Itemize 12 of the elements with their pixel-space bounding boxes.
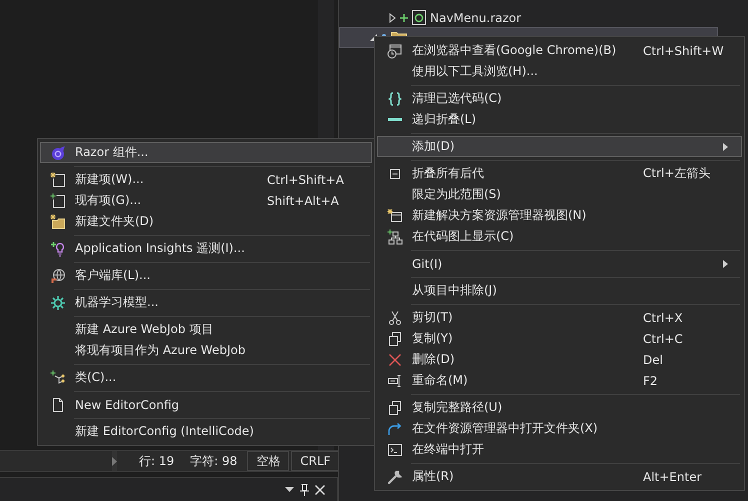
- shortcut-text: F2: [643, 374, 659, 388]
- shortcut-text: Ctrl+X: [643, 310, 684, 324]
- shortcut-text: Ctrl+左箭头: [643, 165, 712, 182]
- line-number: 行: 19: [138, 452, 176, 470]
- file-name: NavMenu.razor: [430, 10, 522, 24]
- shortcut-text: Ctrl+Shift+W: [643, 44, 723, 58]
- column-number: 字符: 98: [189, 452, 238, 470]
- shortcut-text: Ctrl+Shift+A: [267, 172, 345, 186]
- shortcut-text: Alt+Enter: [643, 470, 703, 484]
- shortcut-text: Del: [643, 352, 664, 366]
- shortcut-text: Ctrl+C: [643, 332, 684, 346]
- shortcut-text: Shift+Alt+A: [267, 194, 340, 208]
